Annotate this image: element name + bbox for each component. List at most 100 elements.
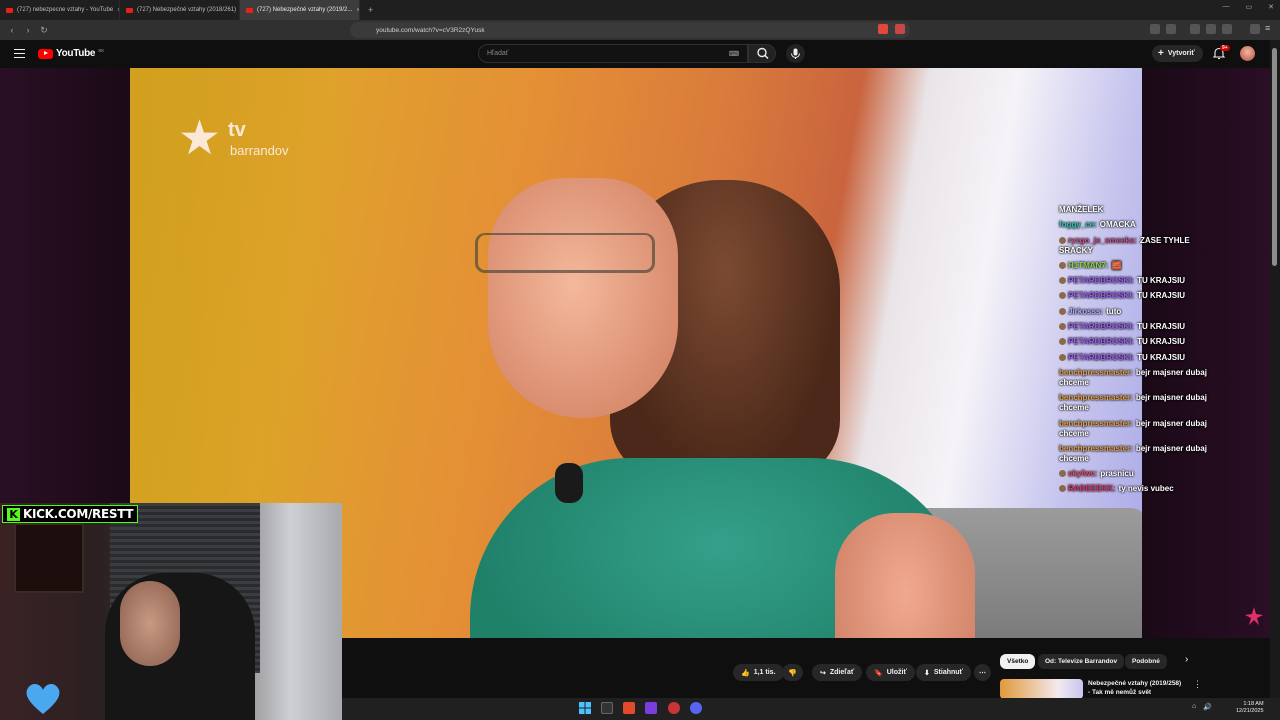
recommended-video-thumbnail[interactable] [1000, 679, 1083, 699]
chat-text: MANŽELEK [1059, 205, 1104, 214]
address-bar[interactable]: youtube.com/watch?v=cV3R2zQYusk [350, 22, 910, 38]
windows-start-icon[interactable] [579, 702, 591, 714]
more-actions-button[interactable]: ⋯ [974, 664, 991, 681]
chat-username: H1TMAN7: [1068, 260, 1109, 270]
network-icon[interactable]: ⌂ [1192, 703, 1196, 711]
browser-tab-2[interactable]: (727) Nebezpečné vztahy (2018/261) × [120, 0, 240, 20]
thumbs-up-icon: 👍 [741, 669, 750, 677]
more-vertical-icon[interactable]: ⋮ [1193, 679, 1202, 690]
more-horizontal-icon: ⋯ [979, 669, 986, 677]
share-icon: ↪ [820, 669, 826, 677]
dislike-button[interactable]: 👎 [782, 664, 803, 681]
app-icon[interactable] [668, 702, 680, 714]
streamer-head [120, 581, 180, 666]
youtube-favicon-icon [246, 7, 253, 13]
chat-message: PETARDBROSKI: TU KRAJSIU [1059, 276, 1219, 286]
extension-icon[interactable] [895, 24, 905, 34]
reload-icon[interactable]: ↻ [36, 25, 52, 36]
video-person-face [488, 178, 678, 418]
share-button[interactable]: ↪ Zdieľať [812, 664, 863, 681]
url-text: youtube.com/watch?v=cV3R2zQYusk [376, 26, 485, 34]
account-avatar[interactable] [1240, 46, 1255, 61]
task-view-icon[interactable] [601, 702, 613, 714]
chat-badge-icon [1059, 236, 1066, 244]
scrollbar-thumb[interactable] [1272, 48, 1277, 266]
search-placeholder: Hľadať [487, 50, 509, 57]
chip-label: Od: Televize Barrandov [1045, 658, 1118, 665]
clock-date: 12/21/2025 [1236, 708, 1264, 714]
save-button[interactable]: 🔖 Uložiť [866, 664, 915, 681]
extension-icon[interactable] [1190, 24, 1200, 34]
chat-message: MANŽELEK [1059, 205, 1219, 215]
chip-label: Podobné [1132, 658, 1160, 665]
wallet-icon[interactable] [1222, 24, 1232, 34]
chat-username: ryzgo_je_smeeks: [1068, 235, 1137, 245]
thumbs-down-icon: 👎 [788, 669, 797, 677]
like-button[interactable]: 👍 1,1 tis. [733, 664, 784, 681]
bookmark-icon: 🔖 [874, 669, 883, 677]
extension-icon[interactable] [1150, 24, 1160, 34]
chat-message: PETARDBROSKI: TU KRAJSIU [1059, 291, 1219, 301]
chat-message: benchpressmaster: bejr majsner dubaj chce… [1059, 419, 1219, 439]
chat-username: skyfwc: [1068, 469, 1098, 479]
search-input[interactable]: Hľadať ⌨ [478, 44, 748, 63]
chat-username: foggy_ce: [1059, 220, 1097, 230]
chat-message: foggy_ce: OMACKA [1059, 220, 1219, 230]
browser-tab-3[interactable]: (727) Nebezpečné vztahy (2019/2... × [240, 0, 360, 20]
menu-icon[interactable]: ≡ [1265, 23, 1270, 33]
recommended-video-title[interactable]: Nebezpečné vztahy (2019/258) - Tak mě ne… [1088, 679, 1188, 697]
video-person-glasses [475, 233, 655, 273]
voice-search-button[interactable] [786, 44, 805, 63]
chat-username: PETARDBROSKI: [1068, 352, 1135, 362]
create-button[interactable]: + Vytvoriť [1152, 45, 1203, 62]
logo-name-text: barrandov [230, 143, 289, 158]
chat-username: Jirkosss: [1068, 306, 1104, 316]
maximize-icon[interactable]: ▭ [1246, 3, 1253, 11]
new-tab-icon[interactable]: + [360, 5, 381, 15]
browser-tab-bar: (727) nebezpecne vztahy - YouTube × (727… [0, 0, 1280, 20]
logo-text: YouTube [56, 48, 96, 59]
chat-text: TU KRAJSIU [1137, 337, 1186, 347]
lapel-microphone [555, 463, 583, 503]
sidebar-icon[interactable] [1206, 24, 1216, 34]
search-button[interactable] [748, 44, 776, 63]
brave-shield-icon[interactable] [878, 24, 888, 34]
chat-text: TU KRAJSIU [1137, 322, 1186, 332]
taskbar-clock[interactable]: 1:18 AM 12/21/2025 [1236, 701, 1264, 715]
download-label: Stiahnuť [933, 669, 963, 676]
chat-message: PETARDBROSKI: TU KRAJSIU [1059, 337, 1219, 347]
chip-from-channel[interactable]: Od: Televize Barrandov [1038, 654, 1125, 669]
chat-username: PETARDBROSKI: [1068, 337, 1135, 347]
browser-tab-1[interactable]: (727) nebezpecne vztahy - YouTube × [0, 0, 120, 20]
chip-related[interactable]: Podobné [1125, 654, 1167, 669]
microphone-icon [791, 48, 800, 59]
chat-badge-icon [1059, 353, 1066, 361]
chat-text: OMACKA [1099, 220, 1136, 230]
chat-text: ty nevis vubec [1118, 484, 1174, 494]
youtube-logo[interactable]: YouTube SK [38, 48, 104, 59]
chevron-right-icon[interactable]: › [1185, 654, 1188, 665]
brave-browser-icon[interactable] [623, 702, 635, 714]
star-icon: ★ [178, 112, 222, 165]
guide-button[interactable] [10, 46, 30, 62]
notification-badge: 9+ [1220, 45, 1230, 51]
vpn-icon[interactable] [1250, 24, 1260, 34]
forward-icon[interactable]: › [20, 25, 36, 35]
download-button[interactable]: ⬇ Stiahnuť [916, 664, 971, 681]
title-line: Nebezpečné vztahy (2019/258) [1088, 680, 1182, 687]
keyboard-icon[interactable]: ⌨ [729, 50, 739, 58]
chip-all[interactable]: Všetko [1000, 654, 1036, 669]
back-icon[interactable]: ‹ [4, 25, 20, 35]
close-window-icon[interactable]: ✕ [1268, 3, 1274, 11]
volume-icon[interactable]: 🔊 [1203, 703, 1212, 711]
tv-barrandov-logo: ★ tv barrandov [178, 115, 308, 165]
minimize-icon[interactable]: — [1223, 3, 1230, 11]
chat-text: TU KRAJSIU [1137, 276, 1186, 286]
chat-badge-icon [1059, 277, 1066, 285]
extension-icon[interactable] [1166, 24, 1176, 34]
app-icon[interactable] [645, 702, 657, 714]
discord-icon[interactable] [690, 702, 702, 714]
decorative-star-icon [1245, 607, 1263, 625]
chat-badge-icon [1059, 323, 1066, 331]
youtube-favicon-icon [6, 7, 13, 13]
